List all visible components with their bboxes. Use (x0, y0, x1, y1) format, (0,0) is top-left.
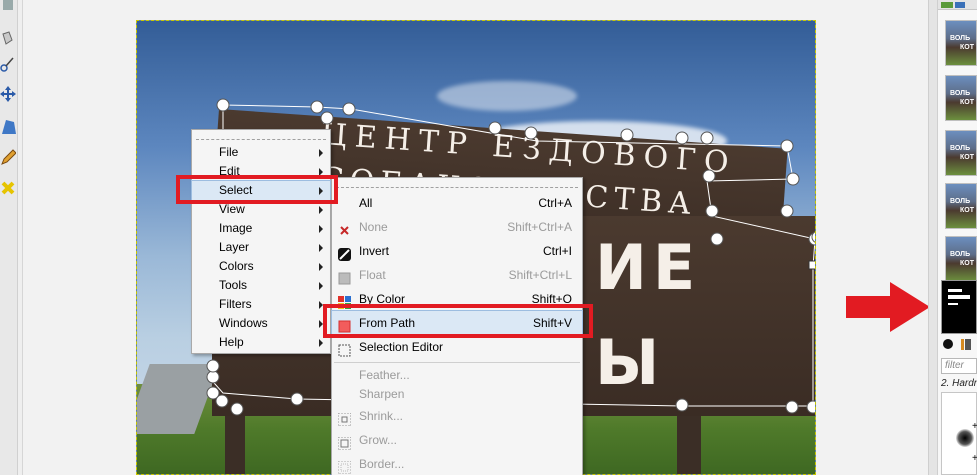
annotation-box-select (176, 175, 338, 204)
menu-item-border[interactable]: Border... (332, 452, 582, 475)
submenu-arrow-icon (319, 282, 323, 290)
dock-divider[interactable] (928, 0, 938, 475)
menu-item-invert[interactable]: Invert Ctrl+I (332, 239, 582, 263)
menu-item-shortcut: Ctrl+A (538, 196, 572, 210)
menu-item-label: Float (359, 268, 386, 282)
annotation-arrow-icon (846, 282, 930, 332)
layers-tab-icon[interactable] (938, 1, 968, 11)
menu-item-label: Filters (219, 297, 252, 311)
menu-item-shortcut: Shift+Ctrl+A (507, 220, 572, 234)
path-layer-thumbnail[interactable] (941, 280, 977, 334)
menu-item-label: Tools (219, 278, 248, 292)
menu-item-label: Help (219, 335, 244, 349)
submenu-arrow-icon (319, 244, 323, 252)
scissors-icon[interactable] (0, 55, 16, 73)
menu-item-label: File (219, 145, 239, 159)
menu-item-shortcut: Shift+Ctrl+L (508, 268, 572, 282)
menu-item-label: View (219, 202, 245, 216)
menu-item-help[interactable]: Help (192, 333, 330, 352)
menu-item-tools[interactable]: Tools (192, 276, 330, 295)
menu-item-label: None (359, 220, 388, 234)
menu-separator (334, 362, 580, 363)
menu-item-shrink[interactable]: Shrink... (332, 404, 582, 428)
menu-item-all[interactable]: All Ctrl+A (332, 191, 582, 215)
brush-tabs[interactable] (941, 338, 977, 352)
menu-item-label: Shrink... (359, 409, 404, 423)
brush-plus-icon: + (972, 421, 977, 432)
brush-plus-icon: + (972, 453, 977, 464)
layer-thumbnail[interactable]: ВОЛЬ КОТ (945, 20, 977, 66)
menu-item-label: Layer (219, 240, 250, 254)
annotation-box-from-path (323, 304, 593, 338)
right-dock: ВОЛЬ КОТ ВОЛЬ КОТ ВОЛЬ КОТ ВОЛЬ КОТ ВОЛЬ КОТ … (938, 0, 977, 475)
menu-item-label: Grow... (359, 433, 398, 447)
menu-item-windows[interactable]: Windows (192, 314, 330, 333)
menu-item-sharpen[interactable]: Sharpen (332, 385, 582, 404)
path-handle[interactable] (808, 260, 816, 270)
menu-item-colors[interactable]: Colors (192, 257, 330, 276)
menu-item-label: Selection Editor (359, 340, 444, 354)
layer-thumbnail[interactable]: ВОЛЬ КОТ (945, 183, 977, 229)
menu-tearoff[interactable] (336, 180, 578, 188)
brush-name-label: 2. Hardn (941, 378, 977, 389)
menu-item-label: Colors (219, 259, 254, 273)
submenu-arrow-icon (319, 225, 323, 233)
layer-thumbnail[interactable]: ВОЛЬ КОТ (945, 75, 977, 121)
heal-icon[interactable] (0, 180, 16, 198)
bucket-icon[interactable] (0, 30, 16, 48)
brush-preview[interactable] (956, 429, 974, 447)
layer-thumbnail[interactable]: ВОЛЬ КОТ (945, 130, 977, 176)
select-none-icon (338, 221, 351, 235)
menu-item-filters[interactable]: Filters (192, 295, 330, 314)
menu-item-label: Windows (219, 316, 268, 330)
menu-item-none[interactable]: None Shift+Ctrl+A (332, 215, 582, 239)
menu-item-label: All (359, 196, 373, 210)
menu-item-label: Image (219, 221, 253, 235)
border-icon (337, 458, 352, 474)
invert-icon (338, 245, 351, 261)
perspective-icon[interactable] (0, 118, 16, 136)
shrink-icon (337, 410, 352, 426)
tool-top-icon[interactable] (0, 0, 16, 18)
menu-item-label: Sharpen (359, 387, 405, 401)
submenu-arrow-icon (319, 339, 323, 347)
filter-input[interactable]: filter (941, 358, 977, 374)
toolbox-panel (0, 0, 18, 475)
menu-item-feather[interactable]: Feather... (332, 366, 582, 385)
submenu-arrow-icon (319, 263, 323, 271)
layer-thumbnail[interactable]: ВОЛЬ КОТ (945, 236, 977, 282)
menu-item-label: Border... (359, 457, 405, 471)
submenu-arrow-icon (319, 149, 323, 157)
menu-item-grow[interactable]: Grow... (332, 428, 582, 452)
pencil-icon[interactable] (0, 148, 17, 166)
brush-list[interactable]: + + (941, 392, 977, 475)
submenu-arrow-icon (319, 206, 323, 214)
menu-item-label: Invert (359, 244, 390, 258)
menu-tearoff[interactable] (196, 132, 326, 140)
gimp-window: ЦЕНТР ЕЗДОВОГО СОБАКОВОДСТВА ИЕ Ы (0, 0, 977, 475)
image-context-menu: File Edit Select View Image Layer Colors Tools F… (191, 129, 331, 354)
grow-icon (337, 434, 352, 450)
menu-item-selection-editor[interactable]: Selection Editor (332, 335, 582, 359)
menu-item-float[interactable]: Float Shift+Ctrl+L (332, 263, 582, 287)
move-icon[interactable] (0, 85, 16, 103)
float-icon (338, 269, 351, 284)
select-all-icon (338, 197, 351, 210)
selection-editor-icon (338, 341, 351, 356)
menu-item-shortcut: Ctrl+I (542, 244, 572, 258)
menu-item-image[interactable]: Image (192, 219, 330, 238)
menu-item-file[interactable]: File (192, 143, 330, 162)
dock-tabs[interactable] (938, 0, 977, 10)
menu-item-layer[interactable]: Layer (192, 238, 330, 257)
menu-item-label: Feather... (359, 368, 410, 382)
